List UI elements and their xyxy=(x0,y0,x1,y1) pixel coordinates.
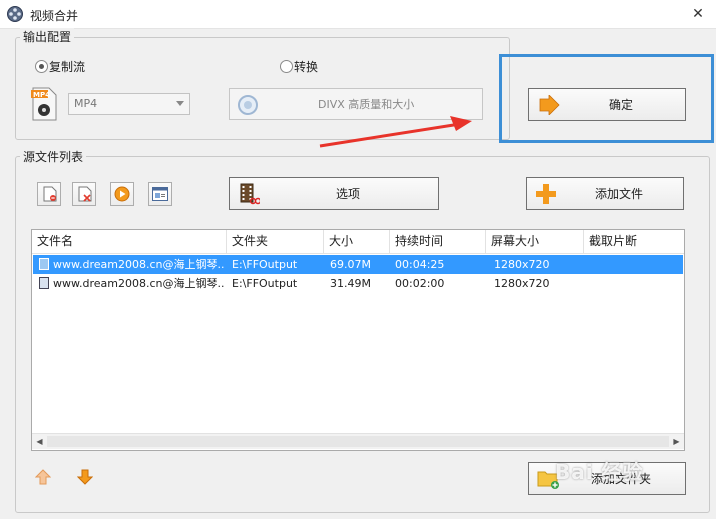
svg-text:MP4: MP4 xyxy=(33,91,50,99)
add-file-button[interactable]: 添加文件 xyxy=(526,177,684,210)
row-resolution: 1280x720 xyxy=(494,258,550,271)
play-button[interactable] xyxy=(110,182,134,206)
arrow-up-icon[interactable] xyxy=(34,469,52,485)
options-label: 选项 xyxy=(336,187,361,201)
convert-radio[interactable] xyxy=(280,60,293,73)
scroll-left-icon[interactable]: ◀ xyxy=(32,434,47,449)
table-row[interactable]: www.dream2008.cn@海上钢琴... E:\FFOutput 31.… xyxy=(33,274,683,293)
file-list-header: 文件名 文件夹 大小 持续时间 屏幕大小 截取片断 xyxy=(32,230,684,254)
convert-label: 转换 xyxy=(294,60,319,74)
format-select-value: MP4 xyxy=(74,97,98,110)
row-file-name: www.dream2008.cn@海上钢琴... xyxy=(53,258,225,271)
info-window-button[interactable] xyxy=(148,182,172,206)
quality-dial-icon xyxy=(237,94,259,116)
film-scissors-icon xyxy=(238,183,262,205)
column-header-size[interactable]: 大小 xyxy=(324,230,390,253)
scrollbar-track[interactable] xyxy=(47,436,669,447)
annotation-arrow xyxy=(319,116,472,148)
confirm-button[interactable]: 确定 xyxy=(528,88,686,121)
column-header-resolution[interactable]: 屏幕大小 xyxy=(486,230,584,253)
info-window-icon xyxy=(152,187,168,204)
source-list-label: 源文件列表 xyxy=(20,148,87,165)
row-resolution: 1280x720 xyxy=(494,277,550,290)
row-clip xyxy=(589,255,679,274)
plus-icon xyxy=(535,183,557,205)
row-duration: 00:02:00 xyxy=(395,277,445,290)
row-folder: E:\FFOutput xyxy=(232,258,298,271)
copy-stream-radio[interactable] xyxy=(35,60,48,73)
row-size: 31.49M xyxy=(330,277,371,290)
format-select[interactable]: MP4 xyxy=(68,93,190,115)
scroll-right-icon[interactable]: ▶ xyxy=(669,434,684,449)
table-row[interactable]: www.dream2008.cn@海上钢琴... E:\FFOutput 69.… xyxy=(33,255,683,274)
row-folder: E:\FFOutput xyxy=(232,277,298,290)
options-button[interactable]: 选项 xyxy=(229,177,439,210)
copy-stream-label: 复制流 xyxy=(49,60,86,74)
delete-file-button[interactable] xyxy=(72,182,96,206)
row-clip xyxy=(589,274,679,293)
video-file-icon xyxy=(39,258,49,270)
remove-file-button[interactable] xyxy=(37,182,61,206)
video-file-icon xyxy=(39,277,49,289)
add-file-label: 添加文件 xyxy=(595,187,644,201)
watermark: Bai 经验 xyxy=(555,460,644,484)
title-bar xyxy=(0,0,716,29)
column-header-name[interactable]: 文件名 xyxy=(32,230,227,253)
row-size: 69.07M xyxy=(330,258,371,271)
confirm-label: 确定 xyxy=(609,98,634,112)
delete-file-icon xyxy=(78,186,92,205)
app-icon xyxy=(6,5,24,23)
mp4-file-icon: MP4 xyxy=(30,87,58,121)
column-header-duration[interactable]: 持续时间 xyxy=(390,230,486,253)
row-file-name: www.dream2008.cn@海上钢琴... xyxy=(53,277,225,290)
column-header-folder[interactable]: 文件夹 xyxy=(227,230,324,253)
window-title: 视频合并 xyxy=(30,9,79,23)
file-list[interactable]: 文件名 文件夹 大小 持续时间 屏幕大小 截取片断 www.dream2008.… xyxy=(31,229,685,451)
horizontal-scrollbar[interactable]: ◀ ▶ xyxy=(32,433,684,449)
column-header-clip[interactable]: 截取片断 xyxy=(584,230,684,253)
row-duration: 00:04:25 xyxy=(395,258,445,271)
arrow-down-icon[interactable] xyxy=(76,469,94,485)
close-icon[interactable]: ✕ xyxy=(688,4,708,24)
remove-file-icon xyxy=(43,186,57,205)
play-icon xyxy=(114,186,130,205)
orange-arrow-icon xyxy=(538,94,560,116)
output-config-label: 输出配置 xyxy=(20,28,75,45)
chevron-down-icon xyxy=(176,101,184,106)
